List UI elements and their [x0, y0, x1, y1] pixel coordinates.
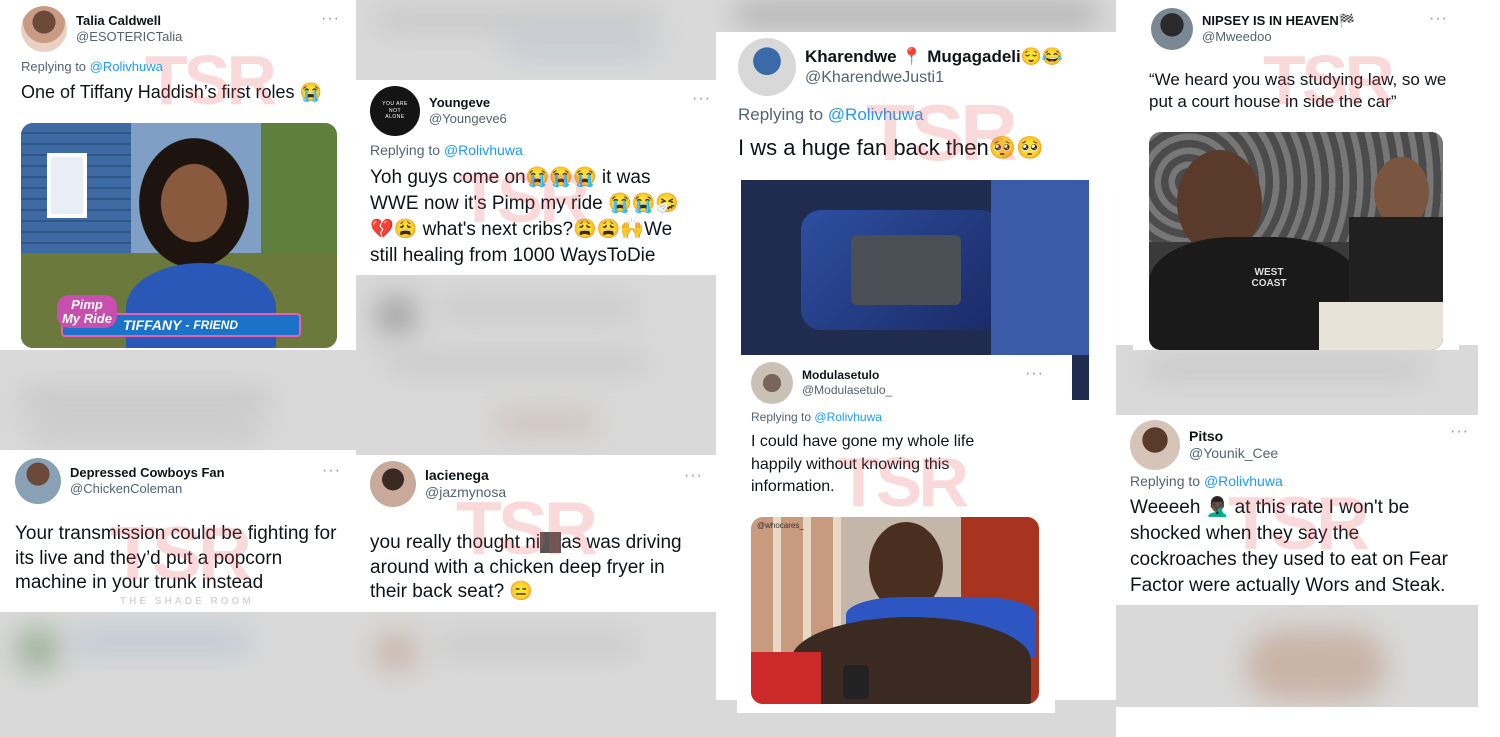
- mention-link[interactable]: @Rolivhuwa: [828, 105, 924, 124]
- mention-link[interactable]: @Rolivhuwa: [1204, 473, 1283, 489]
- tweet-nipsey[interactable]: NIPSEY IS IN HEAVEN🏁 @Mweedoo ··· “We he…: [1133, 0, 1459, 350]
- media-credit: @whocares_: [757, 521, 804, 530]
- display-name[interactable]: Pitso: [1189, 428, 1278, 446]
- tweet-text-part1: you really thought ni: [370, 532, 541, 553]
- blurred-background-col1-gap: [0, 612, 356, 737]
- mention-link[interactable]: @Rolivhuwa: [814, 410, 882, 424]
- avatar[interactable]: [751, 362, 793, 404]
- avatar[interactable]: [370, 461, 416, 507]
- display-name[interactable]: NIPSEY IS IN HEAVEN🏁: [1202, 13, 1355, 29]
- person: [139, 138, 249, 268]
- handle[interactable]: @Mweedoo: [1202, 29, 1355, 45]
- replying-label: Replying to: [751, 410, 812, 424]
- handle[interactable]: @Modulasetulo_: [802, 383, 892, 398]
- tweet-text: One of Tiffany Haddish’s first roles 😭: [21, 82, 322, 102]
- tweet-lacienega[interactable]: lacienega @jazmynosa ··· you really thou…: [356, 455, 714, 612]
- tweet-talia-caldwell[interactable]: Talia Caldwell @ESOTERICTalia ··· Replyi…: [5, 0, 353, 350]
- tweet-depressed-cowboys-fan[interactable]: Depressed Cowboys Fan @ChickenColeman ··…: [0, 450, 356, 612]
- red-shirt: [751, 652, 821, 704]
- censor-bar: gg: [540, 532, 562, 553]
- blurred-background-col3-top: [716, 0, 1116, 32]
- tweet-text: I ws a huge fan back then🥺🥺: [738, 135, 1044, 160]
- display-name[interactable]: Depressed Cowboys Fan: [70, 465, 225, 481]
- handle[interactable]: @jazmynosa: [425, 484, 506, 502]
- blurred-background-col2-bot: [356, 612, 716, 737]
- handle[interactable]: @Younik_Cee: [1189, 445, 1278, 463]
- avatar[interactable]: [1130, 420, 1180, 470]
- tweet-media-image-edge: [1072, 355, 1089, 400]
- display-name[interactable]: Youngeve: [429, 95, 507, 111]
- watermark-subtitle: THE SHADE ROOM: [120, 596, 254, 607]
- mention-link[interactable]: @Rolivhuwa: [444, 142, 523, 158]
- tweet-kharendwe[interactable]: Kharendwe 📍 Mugagadeli😌😂 @KharendweJusti…: [716, 32, 1116, 180]
- avatar[interactable]: [15, 458, 61, 504]
- display-name[interactable]: Talia Caldwell: [76, 13, 182, 29]
- caption-role: FRIEND: [193, 318, 239, 332]
- replying-label: Replying to: [738, 105, 824, 124]
- handle[interactable]: @Youngeve6: [429, 111, 507, 127]
- tweet-pitso[interactable]: Pitso @Younik_Cee ··· Replying to @Roliv…: [1118, 415, 1478, 605]
- table-papers: [1319, 302, 1443, 350]
- tweet-text: Yoh guys come on😭😭😭 it was WWE now it's …: [370, 167, 679, 267]
- handle[interactable]: @KharendweJusti1: [805, 68, 1063, 88]
- tweet-media-image[interactable]: [741, 180, 1089, 355]
- display-name[interactable]: Modulasetulo: [802, 368, 892, 383]
- tweet-text: you really thought niggas was driving ar…: [370, 531, 705, 605]
- caption-name: TIFFANY: [123, 317, 182, 333]
- watch: [843, 665, 869, 699]
- people-hugging: [791, 617, 1031, 704]
- tweet-text: Your transmission could be fighting for …: [15, 523, 337, 594]
- watermark: TSR: [145, 41, 277, 119]
- blurred-background-col2-mid: [356, 275, 716, 455]
- more-options-icon[interactable]: ···: [684, 467, 703, 485]
- shirt-logo: WEST COAST: [1251, 267, 1287, 289]
- more-options-icon[interactable]: ···: [1429, 10, 1448, 28]
- replying-to: Replying to @Rolivhuwa: [751, 410, 882, 424]
- tweet-text: “We heard you was studying law, so we pu…: [1149, 70, 1447, 112]
- replying-to: Replying to @Rolivhuwa: [1130, 473, 1283, 489]
- tweet-media-image[interactable]: WEST COAST: [1149, 132, 1443, 350]
- tweet-text: Weeeeh 🤦🏿‍♂️ at this rate I won't be sho…: [1130, 497, 1448, 597]
- seat: [991, 180, 1089, 355]
- tweet-media-image[interactable]: @whocares_: [751, 517, 1039, 704]
- tweet-text: I could have gone my whole life happily …: [751, 433, 975, 496]
- more-options-icon[interactable]: ···: [1025, 365, 1044, 383]
- caption-dash: -: [185, 318, 190, 332]
- avatar[interactable]: YOU ARE NOT ALONE: [370, 86, 420, 136]
- tweet-youngeve[interactable]: YOU ARE NOT ALONE Youngeve @Youngeve6 ··…: [358, 80, 716, 275]
- handle[interactable]: @ChickenColeman: [70, 481, 225, 497]
- avatar[interactable]: [1151, 8, 1193, 50]
- handle[interactable]: @ESOTERICTalia: [76, 29, 182, 45]
- more-options-icon[interactable]: ···: [321, 10, 340, 28]
- replying-to: Replying to @Rolivhuwa: [370, 142, 523, 158]
- avatar-text: YOU ARE NOT ALONE: [382, 101, 408, 121]
- window: [47, 153, 87, 218]
- more-options-icon[interactable]: ···: [692, 90, 711, 108]
- display-name[interactable]: lacienega: [425, 467, 506, 485]
- tweet-media-image[interactable]: TIFFANY - FRIEND Pimp My Ride: [21, 123, 337, 348]
- avatar[interactable]: [21, 6, 67, 52]
- more-options-icon[interactable]: ···: [322, 462, 341, 480]
- blurred-background-col2-top: [356, 0, 716, 80]
- watermark: TSR: [866, 88, 1018, 177]
- replying-label: Replying to: [370, 142, 441, 158]
- blurred-background-col4-bot: [1116, 605, 1478, 707]
- replying-to: Replying to @Rolivhuwa: [738, 105, 923, 125]
- more-options-icon[interactable]: ···: [1450, 423, 1469, 441]
- show-logo: Pimp My Ride: [57, 295, 117, 329]
- blurred-background-col4: [1116, 345, 1478, 415]
- avatar[interactable]: [738, 38, 796, 96]
- mention-link[interactable]: @Rolivhuwa: [90, 59, 163, 74]
- machine: [851, 235, 961, 305]
- replying-to: Replying to @Rolivhuwa: [21, 59, 163, 74]
- display-name[interactable]: Kharendwe 📍 Mugagadeli😌😂: [805, 46, 1063, 67]
- replying-label: Replying to: [1130, 473, 1201, 489]
- replying-label: Replying to: [21, 59, 87, 74]
- tweet-modulasetulo[interactable]: Modulasetulo @Modulasetulo_ ··· Replying…: [737, 357, 1055, 713]
